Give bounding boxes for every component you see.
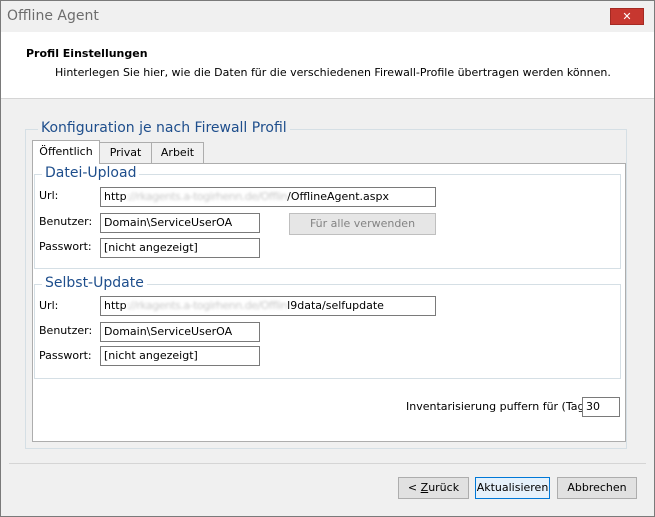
upload-url-suffix: /OfflineAgent.aspx (287, 190, 389, 203)
selfupdate-password-input[interactable]: [nicht angezeigt] (100, 346, 260, 366)
buffer-days-label: Inventarisierung puffern für (Tage): (406, 400, 600, 413)
update-button[interactable]: Aktualisieren (475, 477, 550, 499)
upload-user-label: Benutzer: (39, 215, 93, 228)
selfupdate-password-label: Passwort: (39, 349, 92, 362)
selfupdate-user-input[interactable]: Domain\ServiceUserOA (100, 322, 260, 342)
tab-arbeit[interactable]: Arbeit (151, 142, 204, 163)
buffer-days-input[interactable]: 30 (582, 397, 620, 417)
back-button[interactable]: < Zurück (398, 477, 469, 499)
page-title: Profil Einstellungen (26, 47, 148, 60)
wizard-header: Profil Einstellungen Hinterlegen Sie hie… (1, 32, 654, 99)
config-group-legend: Konfiguration je nach Firewall Profil (38, 120, 290, 136)
cancel-button[interactable]: Abbrechen (557, 477, 637, 499)
upload-password-input[interactable]: [nicht angezeigt] (100, 238, 260, 258)
upload-user-input[interactable]: Domain\ServiceUserOA (100, 213, 260, 233)
title-bar: Offline Agent ✕ (1, 1, 654, 32)
selfupdate-url-redacted: ://rkagents.a-togirhenn.de/Offlin (126, 299, 288, 312)
selfupdate-url-label: Url: (39, 299, 59, 312)
upload-url-redacted: ://rkagents.a-togirhenn.de/Offlin (126, 190, 288, 203)
apply-all-button[interactable]: Für alle verwenden (289, 213, 436, 235)
selfupdate-url-prefix: http (104, 299, 127, 312)
selfupdate-group-legend: Selbst-Update (42, 275, 147, 291)
tab-oeffentlich[interactable]: Öffentlich (32, 140, 100, 164)
selfupdate-url-suffix: l9data/selfupdate (287, 299, 384, 312)
close-icon[interactable]: ✕ (610, 8, 644, 25)
selfupdate-user-label: Benutzer: (39, 324, 93, 337)
selfupdate-url-input[interactable]: http://rkagents.a-togirhenn.de/Offlinl9d… (100, 296, 436, 316)
window-title: Offline Agent (7, 8, 99, 24)
footer-divider (9, 463, 646, 464)
tab-privat[interactable]: Privat (99, 142, 152, 163)
upload-url-label: Url: (39, 189, 59, 202)
upload-url-prefix: http (104, 190, 127, 203)
back-button-prefix: < (407, 481, 421, 494)
offline-agent-window: Offline Agent ✕ Profil Einstellungen Hin… (0, 0, 655, 517)
back-button-rest: urück (428, 481, 460, 494)
upload-password-label: Passwort: (39, 240, 92, 253)
page-description: Hinterlegen Sie hier, wie die Daten für … (55, 66, 611, 79)
upload-url-input[interactable]: http://rkagents.a-togirhenn.de/Offlin/Of… (100, 187, 436, 207)
upload-group-legend: Datei-Upload (42, 165, 140, 181)
